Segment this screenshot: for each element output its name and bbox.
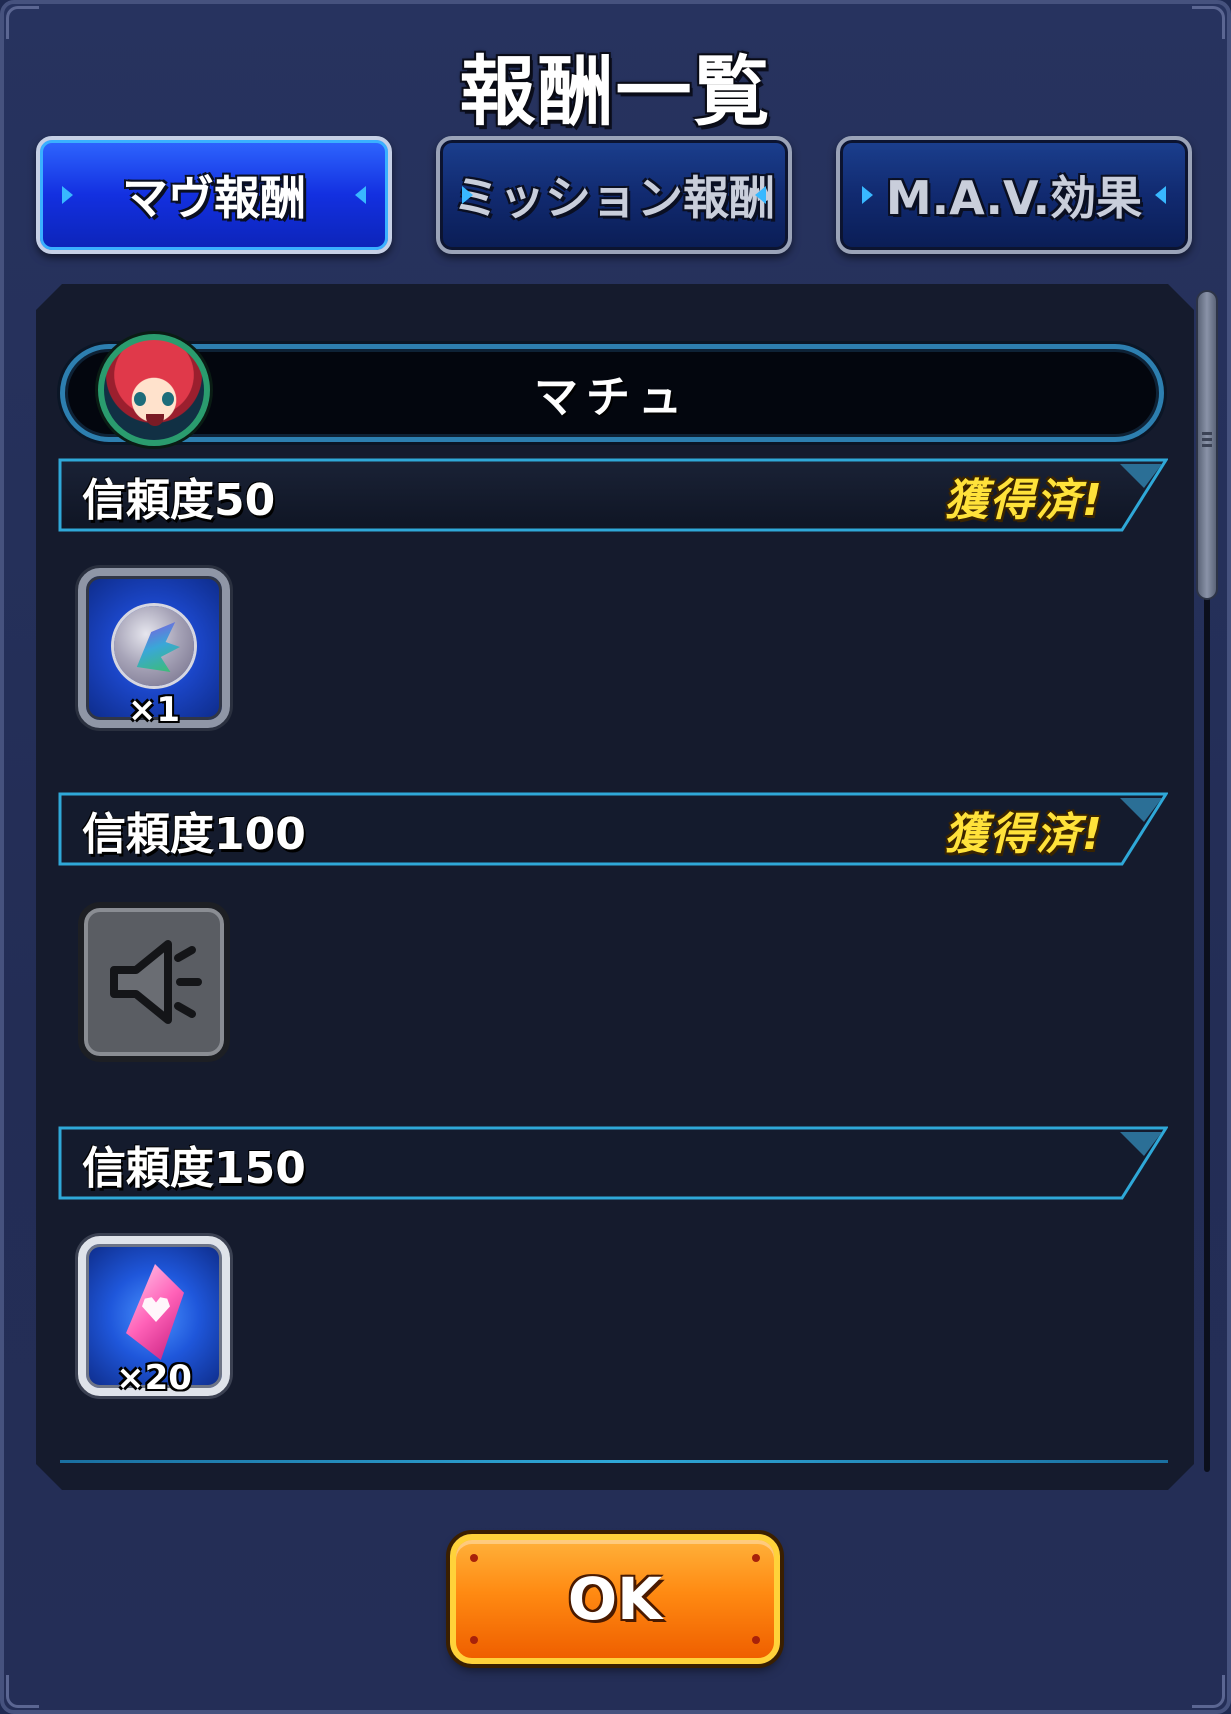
tab-label: ミッション報酬 <box>453 171 775 225</box>
reward-item-gem[interactable]: ×20 <box>78 1236 230 1398</box>
tab-arrow-right-icon <box>355 186 366 204</box>
tier-header-150: 信頼度150 <box>58 1126 1168 1200</box>
heart-gem-icon <box>126 1264 184 1360</box>
tab-arrow-left-icon <box>862 186 873 204</box>
tier-header-100: 信頼度100 獲得済! <box>58 792 1168 866</box>
button-rivet <box>752 1554 760 1562</box>
tab-mav-reward[interactable]: マヴ報酬 <box>36 136 392 254</box>
ok-button-label: OK <box>567 1565 663 1633</box>
item-quantity: ×20 <box>116 1358 192 1398</box>
character-avatar <box>98 334 210 446</box>
button-rivet <box>470 1554 478 1562</box>
tier-label: 信頼度50 <box>82 475 276 526</box>
scrollbar-thumb[interactable] <box>1198 292 1216 598</box>
tab-arrow-right-icon <box>755 186 766 204</box>
tab-mission-reward[interactable]: ミッション報酬 <box>436 136 792 254</box>
list-divider <box>60 1460 1168 1463</box>
dialog-title: 報酬一覧 <box>459 47 772 136</box>
scroll-grip-icon <box>1202 432 1212 435</box>
voice-speaker-icon <box>110 940 202 1024</box>
tier-label: 信頼度100 <box>82 809 306 860</box>
button-rivet <box>752 1636 760 1644</box>
tab-arrow-right-icon <box>1155 186 1166 204</box>
ok-button[interactable]: OK <box>450 1534 780 1664</box>
avatar-mouth <box>146 414 164 426</box>
tier-label: 信頼度150 <box>82 1143 306 1194</box>
button-rivet <box>470 1636 478 1644</box>
wing-emblem-icon <box>136 622 180 672</box>
avatar-eye <box>134 392 146 406</box>
reward-item-orb[interactable]: ×1 <box>78 568 230 730</box>
tier-header-50: 信頼度50 獲得済! <box>58 458 1168 532</box>
obtained-badge: 獲得済! <box>943 809 1104 860</box>
tab-arrow-left-icon <box>62 186 73 204</box>
avatar-eye <box>162 392 174 406</box>
tab-arrow-left-icon <box>462 186 473 204</box>
frame-corner <box>1192 1675 1225 1708</box>
character-banner: マチュ <box>60 344 1164 442</box>
tab-label: M.A.V.効果 <box>885 171 1143 225</box>
heart-icon <box>142 1297 170 1322</box>
frame-corner <box>6 1675 39 1708</box>
tab-label: マヴ報酬 <box>122 171 306 225</box>
orb-item-icon <box>114 606 194 686</box>
obtained-badge: 獲得済! <box>943 475 1104 526</box>
item-quantity: ×1 <box>127 690 181 730</box>
character-name: マチュ <box>534 372 690 423</box>
reward-item-voice[interactable] <box>78 902 230 1062</box>
tab-mav-effect[interactable]: M.A.V.効果 <box>836 136 1192 254</box>
